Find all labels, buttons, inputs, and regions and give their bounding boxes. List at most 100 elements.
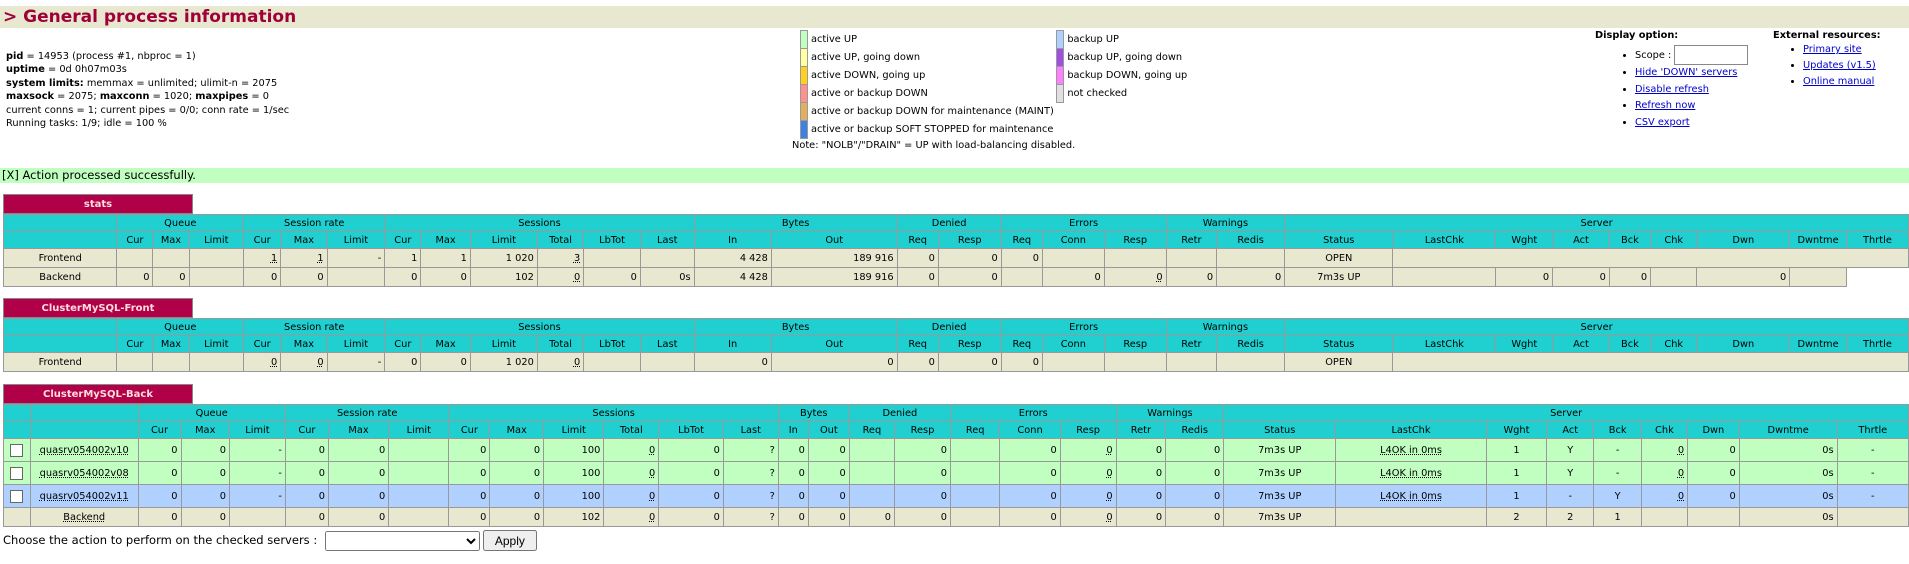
hdr-status: Status xyxy=(1284,231,1394,249)
hdr-cur: Cur xyxy=(384,231,422,249)
hdr-sessions: Sessions xyxy=(384,214,695,232)
cell: 0 xyxy=(658,461,724,485)
legend-label: active DOWN, going up xyxy=(811,70,926,81)
server-checkbox[interactable] xyxy=(10,443,24,457)
frontend-label: Frontend xyxy=(2,352,118,372)
hdr-req: Req xyxy=(896,231,939,249)
cell: - xyxy=(1836,461,1909,485)
cell: 0 xyxy=(1216,267,1286,287)
refresh-now-link[interactable]: Refresh now xyxy=(1635,100,1695,111)
cell: 0 xyxy=(284,484,329,508)
cell xyxy=(116,352,154,372)
hdr-limit: Limit xyxy=(469,335,538,353)
hdr-dwntme: Dwntme xyxy=(1789,335,1847,353)
cell: 0 xyxy=(137,438,182,462)
title-bar: > General process information xyxy=(0,6,1909,28)
cell xyxy=(388,507,450,527)
disable-refresh-link[interactable]: Disable refresh xyxy=(1635,84,1709,95)
cell: 0 xyxy=(448,507,491,527)
scope-label: Scope : xyxy=(1635,50,1672,61)
cell: 0 xyxy=(489,507,545,527)
cell xyxy=(1640,507,1689,527)
e-resp[interactable]: 0 xyxy=(1103,267,1167,287)
hdr-errors: Errors xyxy=(1000,318,1167,336)
primary-site-link[interactable]: Primary site xyxy=(1803,44,1862,55)
lastchk[interactable]: L4OK in 0ms xyxy=(1335,461,1487,485)
sr-cur[interactable]: 0 xyxy=(243,352,282,372)
hdr-lastchk: LastChk xyxy=(1335,421,1487,439)
csv-export-link[interactable]: CSV export xyxy=(1635,117,1690,128)
backend-label[interactable]: Backend xyxy=(29,507,139,527)
cell: 0 xyxy=(1165,438,1225,462)
s-total[interactable]: 0 xyxy=(603,507,660,527)
hdr-last: Last xyxy=(639,335,695,353)
cell: 2 xyxy=(1485,507,1548,527)
cell xyxy=(326,267,386,287)
chk[interactable]: 0 xyxy=(1640,461,1689,485)
cell xyxy=(1836,507,1909,527)
s-total[interactable]: 0 xyxy=(536,267,585,287)
server-row: quasrv054002v10 0 0-0 0 0 0 100 0 0? 0 0 0 0 0 0 0 7m3s … xyxy=(3,438,1909,462)
hdr-last: Last xyxy=(639,231,695,249)
apply-button[interactable]: Apply xyxy=(482,530,537,551)
cell: - xyxy=(1836,438,1909,462)
server-checkbox[interactable] xyxy=(10,466,24,480)
hdr-dwn: Dwn xyxy=(1687,421,1740,439)
action-select[interactable] xyxy=(324,530,480,551)
hdr-server: Server xyxy=(1284,318,1909,336)
hdr-server: Server xyxy=(1284,214,1909,232)
e-resp[interactable]: 0 xyxy=(1059,507,1117,527)
hdr-conn: Conn xyxy=(999,421,1061,439)
uptime-value: = 0d 0h07m03s xyxy=(44,64,127,76)
chk[interactable]: 0 xyxy=(1640,438,1689,462)
proxy-name-stats: stats xyxy=(3,194,193,214)
sr-cur[interactable]: 1 xyxy=(243,248,282,268)
hdr-resp: Resp xyxy=(893,421,951,439)
server-name[interactable]: quasrv054002v10 xyxy=(29,438,139,462)
s-total[interactable]: 0 xyxy=(536,352,585,372)
hdr-errors: Errors xyxy=(949,404,1117,422)
cell xyxy=(188,352,245,372)
cell: 0 xyxy=(1552,267,1610,287)
cell xyxy=(1335,507,1487,527)
server-checkbox[interactable] xyxy=(10,489,24,503)
hdr-resp: Resp xyxy=(937,335,1002,353)
lastchk[interactable]: L4OK in 0ms xyxy=(1335,484,1487,508)
front-table: Queue Session rate Sessions Bytes Denied Erro… xyxy=(2,318,1909,372)
cell: 0 xyxy=(658,438,724,462)
server-checkbox-cell[interactable] xyxy=(3,484,31,508)
hdr-limit: Limit xyxy=(326,231,386,249)
scope-input[interactable] xyxy=(1674,45,1749,65)
hdr-act: Act xyxy=(1552,335,1610,353)
sr-max[interactable]: 1 xyxy=(280,248,328,268)
scope-item: Scope : xyxy=(1635,45,1749,65)
cell: 0 xyxy=(893,484,951,508)
s-total[interactable]: 3 xyxy=(536,248,585,268)
server-name[interactable]: quasrv054002v11 xyxy=(29,484,139,508)
online-manual-link[interactable]: Online manual xyxy=(1803,76,1874,87)
hdr-session-rate: Session rate xyxy=(243,214,386,232)
server-name[interactable]: quasrv054002v08 xyxy=(29,461,139,485)
s-total[interactable]: 0 xyxy=(603,438,660,462)
s-total[interactable]: 0 xyxy=(603,461,660,485)
e-resp[interactable]: 0 xyxy=(1059,438,1117,462)
updates-link[interactable]: Updates (v1.5) xyxy=(1803,60,1876,71)
cell: 0 xyxy=(999,438,1061,462)
chk[interactable]: 0 xyxy=(1640,484,1689,508)
cell: 0 xyxy=(327,438,390,462)
lastchk[interactable]: L4OK in 0ms xyxy=(1335,438,1487,462)
server-checkbox-cell[interactable] xyxy=(3,461,31,485)
hdr-in: In xyxy=(693,335,772,353)
backend-row: Backend 0 0 0 0 0 0 102 0 0 0s 4 428 189 916 0 0 0 0 0 0 7m… xyxy=(2,267,1909,287)
sr-max[interactable]: 0 xyxy=(280,352,328,372)
e-resp[interactable]: 0 xyxy=(1059,461,1117,485)
system-limits-label: system limits: xyxy=(6,77,84,89)
e-resp[interactable]: 0 xyxy=(1059,484,1117,508)
cell: 0 xyxy=(180,438,230,462)
cell: ? xyxy=(722,507,779,527)
hide-down-servers-link[interactable]: Hide 'DOWN' servers xyxy=(1635,67,1737,78)
cell: 0 xyxy=(893,507,951,527)
maxpipes-value: = 0 xyxy=(248,91,269,103)
s-total[interactable]: 0 xyxy=(603,484,660,508)
server-checkbox-cell[interactable] xyxy=(3,438,31,462)
